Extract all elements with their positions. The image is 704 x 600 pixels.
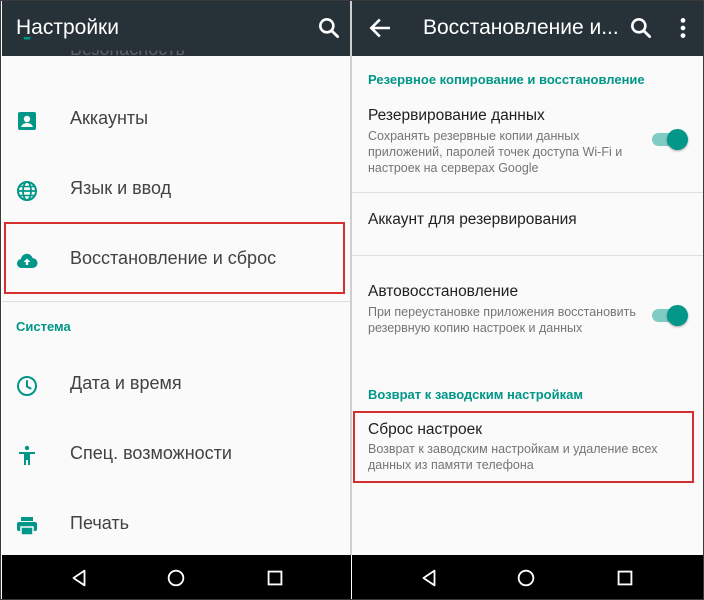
settings-item-language[interactable]: Язык и ввод (2, 156, 350, 226)
nav-home-icon[interactable] (515, 567, 537, 589)
switch-thumb (667, 129, 688, 150)
cloud-upload-icon (16, 253, 38, 269)
settings-item-label: Печать (70, 513, 129, 533)
settings-item-date-time[interactable]: Дата и время (2, 351, 350, 421)
pref-summary: Сохранять резервные копии данных приложе… (368, 129, 623, 175)
settings-item-backup-reset[interactable]: Восстановление и сброс (2, 226, 350, 296)
settings-item-label: Аккаунты (70, 108, 149, 128)
search-icon[interactable] (628, 15, 654, 41)
pref-title: Резервирование данных (368, 107, 545, 124)
pref-summary: При переустановке приложения восстановит… (368, 305, 636, 335)
backup-reset-screen: Восстановление и... Резервное копировани… (352, 1, 703, 555)
screenshot-frame: Настройки Безопасность Аккаунты Язык и в… (0, 0, 704, 600)
pref-factory-reset[interactable]: Сброс настроек Возврат к заводским настр… (352, 413, 703, 483)
more-vert-icon[interactable] (670, 15, 696, 41)
pref-title: Сброс настроек (368, 421, 483, 438)
right-app-bar: Восстановление и... (352, 1, 703, 56)
auto-restore-switch[interactable] (648, 305, 688, 326)
settings-item-printing[interactable]: Печать (2, 491, 350, 555)
settings-item-security[interactable]: Безопасность (2, 31, 350, 61)
nav-back-icon[interactable] (68, 567, 90, 589)
pref-title: Автовосстановление (368, 283, 519, 300)
settings-item-accounts[interactable]: Аккаунты (2, 86, 350, 156)
globe-icon (17, 181, 37, 201)
settings-item-label: Восстановление и сброс (70, 248, 277, 268)
lock-icon (23, 37, 31, 40)
switch-thumb (667, 305, 688, 326)
nav-recents-icon[interactable] (614, 567, 636, 589)
account-box-icon (18, 112, 36, 130)
pref-summary: Возврат к заводским настройкам и удалени… (368, 442, 658, 472)
pref-backup-data[interactable]: Резервирование данных Сохранять резервны… (352, 101, 703, 191)
nav-back-icon[interactable] (418, 567, 440, 589)
section-header-factory: Возврат к заводским настройкам (368, 387, 583, 402)
clock-icon (17, 376, 37, 396)
section-header-system: Система (16, 319, 71, 334)
back-arrow-icon[interactable] (367, 15, 393, 41)
right-page-title: Восстановление и... (423, 16, 619, 39)
right-navigation-bar (352, 555, 703, 599)
accessibility-icon (19, 445, 35, 465)
pref-backup-account[interactable]: Аккаунт для резервирования (352, 193, 703, 255)
nav-recents-icon[interactable] (264, 567, 286, 589)
nav-home-icon[interactable] (165, 567, 187, 589)
divider (352, 255, 703, 256)
divider (2, 301, 350, 302)
backup-data-switch[interactable] (648, 129, 688, 150)
pref-title: Аккаунт для резервирования (368, 211, 577, 228)
settings-item-label: Безопасность (70, 39, 185, 59)
settings-item-label: Язык и ввод (70, 178, 172, 198)
settings-item-label: Спец. возможности (70, 443, 232, 463)
settings-screen: Настройки Безопасность Аккаунты Язык и в… (2, 1, 350, 555)
settings-item-label: Дата и время (70, 373, 182, 393)
left-navigation-bar (2, 555, 351, 599)
section-header-backup: Резервное копирование и восстановление (368, 72, 645, 87)
printer-icon (17, 517, 37, 536)
pref-auto-restore[interactable]: Автовосстановление При переустановке при… (352, 271, 703, 361)
settings-item-accessibility[interactable]: Спец. возможности (2, 421, 350, 491)
